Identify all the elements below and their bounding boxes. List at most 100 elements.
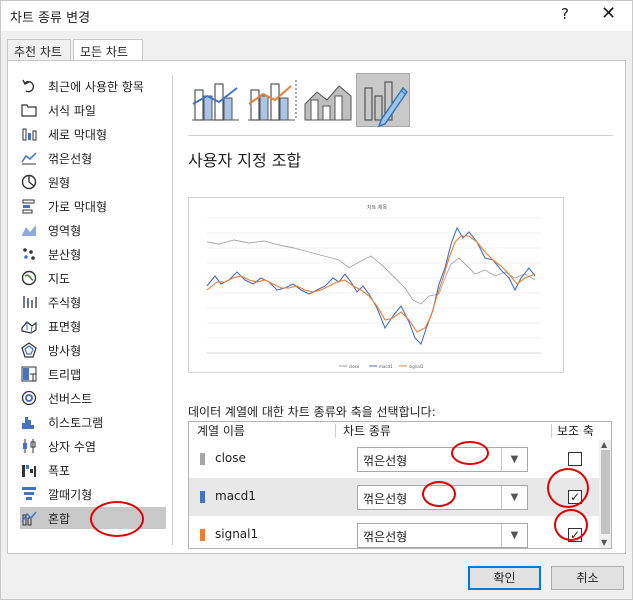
category-treemap[interactable]: 트리맵 — [20, 363, 170, 385]
category-area[interactable]: 영역형 — [20, 219, 170, 241]
category-label: 트리맵 — [48, 367, 82, 382]
series-grid-scrollbar[interactable]: ▲ ▼ — [599, 440, 611, 548]
chart-type-value: 꺾은선형 — [363, 454, 408, 468]
chart-type-select[interactable]: 꺾은선형 ▼ — [357, 447, 528, 472]
combo-custom-button[interactable] — [356, 73, 410, 128]
category-map[interactable]: 지도 — [20, 267, 170, 289]
category-label: 혼합 — [48, 511, 71, 526]
series-row-signal1: signal1 꺾은선형 ▼ ✓ — [189, 516, 599, 548]
category-pie[interactable]: 원형 — [20, 171, 170, 193]
tab-recommended-charts[interactable]: 추천 차트 — [7, 39, 71, 61]
custom-combo-icon — [364, 81, 408, 128]
annotation-circle — [90, 501, 144, 537]
sunburst-chart-icon — [20, 390, 38, 406]
header-divider — [335, 424, 336, 438]
series-row-close: close 꺾은선형 ▼ — [189, 440, 599, 478]
line-chart-icon — [20, 150, 38, 166]
combo-column-line-secondary-button[interactable] — [244, 73, 298, 127]
annotation-circle — [547, 468, 589, 508]
scatter-chart-icon — [20, 246, 38, 262]
category-waterfall[interactable]: 폭포 — [20, 459, 170, 481]
category-radar[interactable]: 방사형 — [20, 339, 170, 361]
category-histogram[interactable]: 히스토그램 — [20, 411, 170, 433]
category-label: 히스토그램 — [48, 415, 104, 430]
combo-clustered-column-line-button[interactable] — [188, 73, 242, 127]
series-name: close — [215, 451, 246, 465]
waterfall-chart-icon — [20, 462, 38, 478]
pie-chart-icon — [20, 174, 38, 190]
scroll-up-icon[interactable]: ▲ — [601, 440, 607, 449]
series-name: macd1 — [215, 489, 256, 503]
all-charts-panel: 최근에 사용한 항목 서식 파일 세로 막대형 꺾은선형 원형 가로 막대형 영… — [7, 60, 626, 554]
change-chart-type-dialog: 차트 종류 변경 ? ✕ 추천 차트 모든 차트 최근에 사용한 항목 서식 파… — [0, 0, 633, 600]
toolbar-divider — [188, 135, 613, 136]
area-chart-icon — [20, 222, 38, 238]
category-label: 방사형 — [48, 343, 82, 358]
header-chart-type: 차트 종류 — [343, 424, 391, 438]
bar-chart-icon — [20, 198, 38, 214]
cancel-button[interactable]: 취소 — [551, 566, 624, 590]
scrollbar-thumb[interactable] — [601, 450, 610, 534]
category-label: 꺾은선형 — [48, 151, 93, 166]
category-surface[interactable]: 표면형 — [20, 315, 170, 337]
category-bar[interactable]: 가로 막대형 — [20, 195, 170, 217]
preview-title: 차트 제목 — [367, 204, 387, 211]
chevron-down-icon[interactable]: ▼ — [501, 448, 527, 471]
macd1-series-line — [206, 226, 536, 346]
header-divider — [551, 424, 552, 438]
signal1-series-line — [206, 235, 536, 333]
header-secondary-axis: 보조 축 — [557, 424, 594, 438]
category-label: 가로 막대형 — [48, 199, 108, 214]
funnel-chart-icon — [20, 486, 38, 502]
category-label: 선버스트 — [48, 391, 93, 406]
category-funnel[interactable]: 깔때기형 — [20, 483, 170, 505]
close-series-line — [206, 239, 536, 305]
category-line[interactable]: 꺾은선형 — [20, 147, 170, 169]
radar-chart-icon — [20, 342, 38, 358]
category-divider — [172, 75, 173, 545]
chart-type-value: 꺾은선형 — [363, 492, 408, 506]
category-label: 표면형 — [48, 319, 82, 334]
help-button[interactable]: ? — [561, 5, 569, 23]
category-column[interactable]: 세로 막대형 — [20, 123, 170, 145]
scroll-down-icon[interactable]: ▼ — [601, 538, 607, 547]
ok-button[interactable]: 확인 — [468, 566, 541, 590]
undo-icon — [20, 78, 38, 94]
combo-title: 사용자 지정 조합 — [188, 151, 302, 170]
category-label: 원형 — [48, 175, 71, 190]
category-recent[interactable]: 최근에 사용한 항목 — [20, 75, 170, 97]
preview-legend: close macd1 signal1 — [339, 364, 424, 369]
tab-all-charts[interactable]: 모든 차트 — [73, 39, 143, 62]
series-row-macd1: macd1 꺾은선형 ▼ ✓ — [189, 478, 599, 516]
legend-close: close — [349, 364, 360, 369]
folder-icon — [20, 102, 38, 118]
category-templates[interactable]: 서식 파일 — [20, 99, 170, 121]
combo-chart-icon — [20, 510, 38, 526]
surface-chart-icon — [20, 318, 38, 334]
close-button[interactable]: ✕ — [601, 3, 616, 24]
chart-type-value: 꺾은선형 — [363, 530, 408, 544]
category-scatter[interactable]: 분산형 — [20, 243, 170, 265]
chart-type-select[interactable]: 꺾은선형 ▼ — [357, 523, 528, 548]
preview-chart: 차트 제목 close macd1 signal1 — [206, 204, 541, 369]
map-chart-icon — [20, 270, 38, 286]
chevron-down-icon[interactable]: ▼ — [501, 486, 527, 509]
chevron-down-icon[interactable]: ▼ — [501, 524, 527, 547]
histogram-chart-icon — [20, 414, 38, 430]
category-box-whisker[interactable]: 상자 수염 — [20, 435, 170, 457]
category-label: 세로 막대형 — [48, 127, 108, 142]
category-sunburst[interactable]: 선버스트 — [20, 387, 170, 409]
category-label: 폭포 — [48, 463, 71, 478]
series-color-swatch — [200, 529, 205, 541]
series-color-swatch — [200, 491, 205, 503]
category-label: 영역형 — [48, 223, 82, 238]
category-label: 분산형 — [48, 247, 82, 262]
category-stock[interactable]: 주식형 — [20, 291, 170, 313]
clustered-column-line-icon — [192, 83, 239, 121]
column-chart-icon — [20, 126, 38, 142]
stock-chart-icon — [20, 294, 38, 310]
combo-stacked-area-column-button[interactable] — [300, 73, 354, 127]
treemap-chart-icon — [20, 366, 38, 382]
secondary-axis-checkbox[interactable] — [568, 452, 582, 466]
category-label: 상자 수염 — [48, 439, 96, 454]
